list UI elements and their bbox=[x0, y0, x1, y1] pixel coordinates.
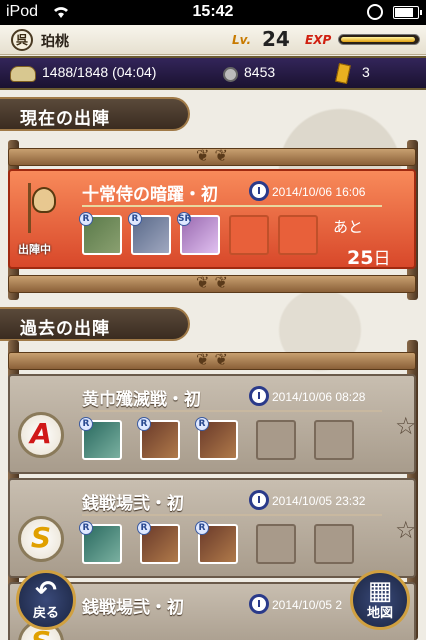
empty-slot bbox=[314, 524, 354, 564]
stamina-value: 1488/1848 (04:04) bbox=[42, 64, 157, 80]
star-icon[interactable]: ☆ bbox=[395, 412, 417, 440]
helmet-icon bbox=[10, 66, 36, 82]
resource-bar: 1488/1848 (04:04) 8453 3 bbox=[0, 56, 426, 90]
sortie-date: 2014/10/05 23:32 bbox=[272, 494, 366, 508]
unit-slot[interactable]: R bbox=[128, 212, 171, 255]
sortie-date: 2014/10/06 16:06 bbox=[272, 185, 366, 199]
sortie-title: 十常侍の暗躍・初 bbox=[82, 185, 218, 205]
scroll-roll-bottom: ❦ ❦ bbox=[8, 273, 416, 293]
level-label: Lv. bbox=[232, 33, 252, 47]
exp-progress-bar bbox=[338, 34, 420, 45]
empty-slot bbox=[314, 420, 354, 460]
section-title: 過去の出陣 bbox=[20, 319, 110, 339]
unit-slot[interactable]: R bbox=[137, 417, 180, 460]
unit-slot[interactable]: SR bbox=[177, 212, 220, 255]
active-sortie-card[interactable]: 出陣中 十常侍の暗躍・初 2014/10/06 16:06 R R SR あと … bbox=[8, 169, 416, 269]
clock-icon bbox=[249, 386, 269, 406]
empty-slot bbox=[256, 524, 296, 564]
player-name: 珀桃 bbox=[41, 34, 69, 50]
scroll-roll-top: ❦ ❦ bbox=[8, 146, 416, 166]
sortie-date: 2014/10/06 08:28 bbox=[272, 390, 366, 404]
back-button[interactable]: ↶ 戻る bbox=[16, 570, 76, 630]
map-button-label: 地図 bbox=[366, 606, 393, 621]
remaining-days: 25日 bbox=[347, 244, 390, 269]
empty-slot[interactable] bbox=[229, 215, 269, 255]
section-title: 現在の出陣 bbox=[20, 109, 110, 129]
back-button-label: 戻る bbox=[32, 606, 59, 621]
remaining-label: あと bbox=[333, 218, 364, 236]
unit-slot[interactable]: R bbox=[79, 212, 122, 255]
clock-icon bbox=[249, 181, 269, 201]
faction-badge[interactable]: 呉 bbox=[11, 29, 33, 51]
sortie-title: 銭戦場弐・初 bbox=[82, 598, 184, 618]
map-icon: ▦ bbox=[367, 576, 393, 606]
unit-slot[interactable]: R bbox=[195, 521, 238, 564]
unit-slot[interactable]: R bbox=[79, 521, 122, 564]
scroll-roll-top: ❦ ❦ bbox=[8, 350, 416, 370]
sortie-date: 2014/10/05 2 bbox=[272, 598, 343, 612]
ticket-value: 3 bbox=[362, 64, 370, 80]
star-icon[interactable]: ☆ bbox=[395, 516, 417, 544]
empty-slot bbox=[256, 420, 296, 460]
current-sortie-header: 現在の出陣 bbox=[0, 97, 190, 131]
exp-label: EXP bbox=[305, 33, 332, 47]
divider bbox=[82, 410, 382, 412]
unit-slot[interactable]: R bbox=[195, 417, 238, 460]
past-sortie-header: 過去の出陣 bbox=[0, 307, 190, 341]
status-bar: iPod 15:42 bbox=[0, 0, 426, 25]
map-button[interactable]: ▦ 地図 bbox=[350, 570, 410, 630]
coin-value: 8453 bbox=[244, 64, 276, 80]
sortie-title: 銭戦場弐・初 bbox=[82, 494, 184, 514]
past-sortie-card[interactable]: A 黄巾殲滅戦・初 2014/10/06 08:28 R R R ☆ bbox=[8, 374, 417, 474]
commander-icon bbox=[22, 183, 62, 241]
unit-slot[interactable]: R bbox=[79, 417, 122, 460]
unit-slot[interactable]: R bbox=[137, 521, 180, 564]
rank-badge: A bbox=[18, 412, 64, 458]
level-value: 24 bbox=[262, 27, 290, 51]
rank-badge: S bbox=[18, 516, 64, 562]
arrow-back-icon: ↶ bbox=[35, 576, 57, 606]
clock-time: 15:42 bbox=[192, 3, 234, 20]
sortie-title: 黄巾殲滅戦・初 bbox=[82, 390, 201, 410]
clock-icon bbox=[249, 594, 269, 614]
coin-icon bbox=[223, 67, 238, 82]
days-unit: 日 bbox=[373, 249, 391, 269]
divider bbox=[82, 514, 382, 516]
player-bar: 呉 珀桃 Lv. 24 EXP bbox=[0, 25, 426, 55]
empty-slot[interactable] bbox=[278, 215, 318, 255]
remaining-days-value: 25 bbox=[347, 247, 374, 269]
clock-icon bbox=[249, 490, 269, 510]
sortie-status-badge: 出陣中 bbox=[18, 243, 51, 256]
ticket-icon bbox=[335, 62, 351, 85]
battery-icon bbox=[393, 6, 422, 19]
rotation-lock-icon bbox=[367, 4, 383, 20]
divider bbox=[82, 205, 382, 207]
past-sortie-card[interactable]: S 銭戦場弐・初 2014/10/05 23:32 R R R ☆ bbox=[8, 478, 417, 578]
